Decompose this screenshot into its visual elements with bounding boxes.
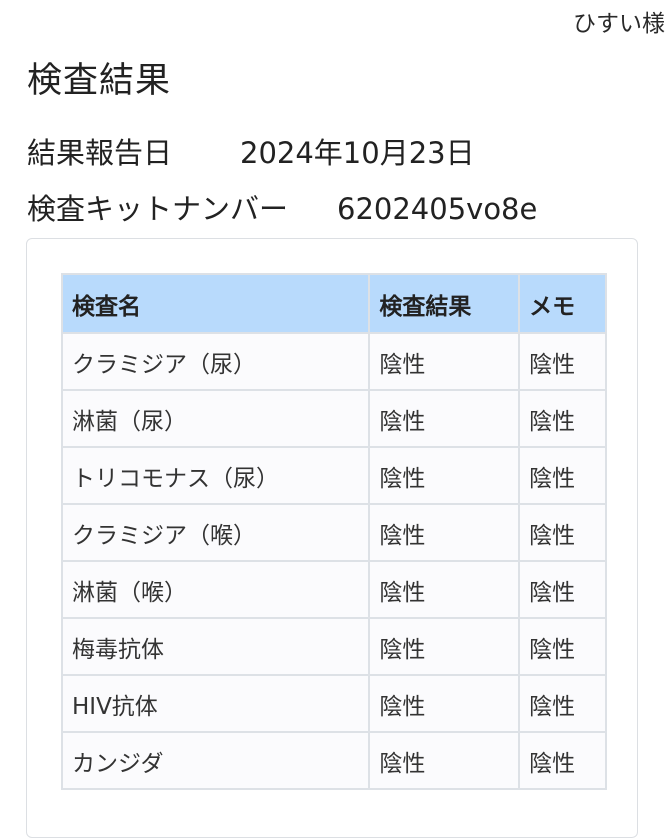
test-memo-cell: 陰性 xyxy=(518,332,607,391)
test-result-cell: 陰性 xyxy=(368,446,521,505)
test-name-cell: クラミジア（尿） xyxy=(60,332,371,391)
table-row: トリコモナス（尿） 陰性 陰性 xyxy=(60,446,607,505)
table-row: カンジダ 陰性 陰性 xyxy=(60,731,607,790)
table-row: 梅毒抗体 陰性 陰性 xyxy=(60,617,607,676)
kit-number-label: 検査キットナンバー xyxy=(27,192,289,226)
test-memo-cell: 陰性 xyxy=(518,731,607,790)
results-table: 検査名 検査結果 メモ クラミジア（尿） 陰性 陰性 淋菌（尿） 陰性 陰性 ト… xyxy=(60,273,607,790)
test-result-cell: 陰性 xyxy=(368,560,521,619)
table-row: 淋菌（尿） 陰性 陰性 xyxy=(60,389,607,448)
table-row: 淋菌（喉） 陰性 陰性 xyxy=(60,560,607,619)
test-result-cell: 陰性 xyxy=(368,503,521,562)
test-memo-cell: 陰性 xyxy=(518,503,607,562)
kit-number-row: 検査キットナンバー 6202405vo8e xyxy=(27,186,537,228)
test-name-cell: 淋菌（喉） xyxy=(60,560,371,619)
test-result-cell: 陰性 xyxy=(368,389,521,448)
test-result-cell: 陰性 xyxy=(368,617,521,676)
table-row: クラミジア（尿） 陰性 陰性 xyxy=(60,332,607,391)
test-name-cell: 梅毒抗体 xyxy=(60,617,371,676)
report-date-row: 結果報告日 2024年10月23日 xyxy=(27,130,475,172)
test-name-cell: HIV抗体 xyxy=(60,674,371,733)
user-name: ひすい様 xyxy=(573,11,665,37)
table-row: クラミジア（喉） 陰性 陰性 xyxy=(60,503,607,562)
column-header-test-name: 検査名 xyxy=(60,273,371,334)
test-result-cell: 陰性 xyxy=(368,674,521,733)
test-memo-cell: 陰性 xyxy=(518,389,607,448)
test-result-cell: 陰性 xyxy=(368,731,521,790)
results-card: 検査名 検査結果 メモ クラミジア（尿） 陰性 陰性 淋菌（尿） 陰性 陰性 ト… xyxy=(26,238,638,838)
test-memo-cell: 陰性 xyxy=(518,560,607,619)
kit-number-value: 6202405vo8e xyxy=(337,192,538,226)
report-date-label: 結果報告日 xyxy=(27,136,173,170)
report-date-value: 2024年10月23日 xyxy=(240,136,475,170)
test-name-cell: 淋菌（尿） xyxy=(60,389,371,448)
column-header-memo: メモ xyxy=(518,273,607,334)
test-memo-cell: 陰性 xyxy=(518,674,607,733)
table-header-row: 検査名 検査結果 メモ xyxy=(60,273,607,334)
test-name-cell: カンジダ xyxy=(60,731,371,790)
column-header-result: 検査結果 xyxy=(368,273,521,334)
table-row: HIV抗体 陰性 陰性 xyxy=(60,674,607,733)
test-memo-cell: 陰性 xyxy=(518,446,607,505)
test-memo-cell: 陰性 xyxy=(518,617,607,676)
test-name-cell: クラミジア（喉） xyxy=(60,503,371,562)
test-name-cell: トリコモナス（尿） xyxy=(60,446,371,505)
page-title: 検査結果 xyxy=(27,61,172,101)
test-result-cell: 陰性 xyxy=(368,332,521,391)
